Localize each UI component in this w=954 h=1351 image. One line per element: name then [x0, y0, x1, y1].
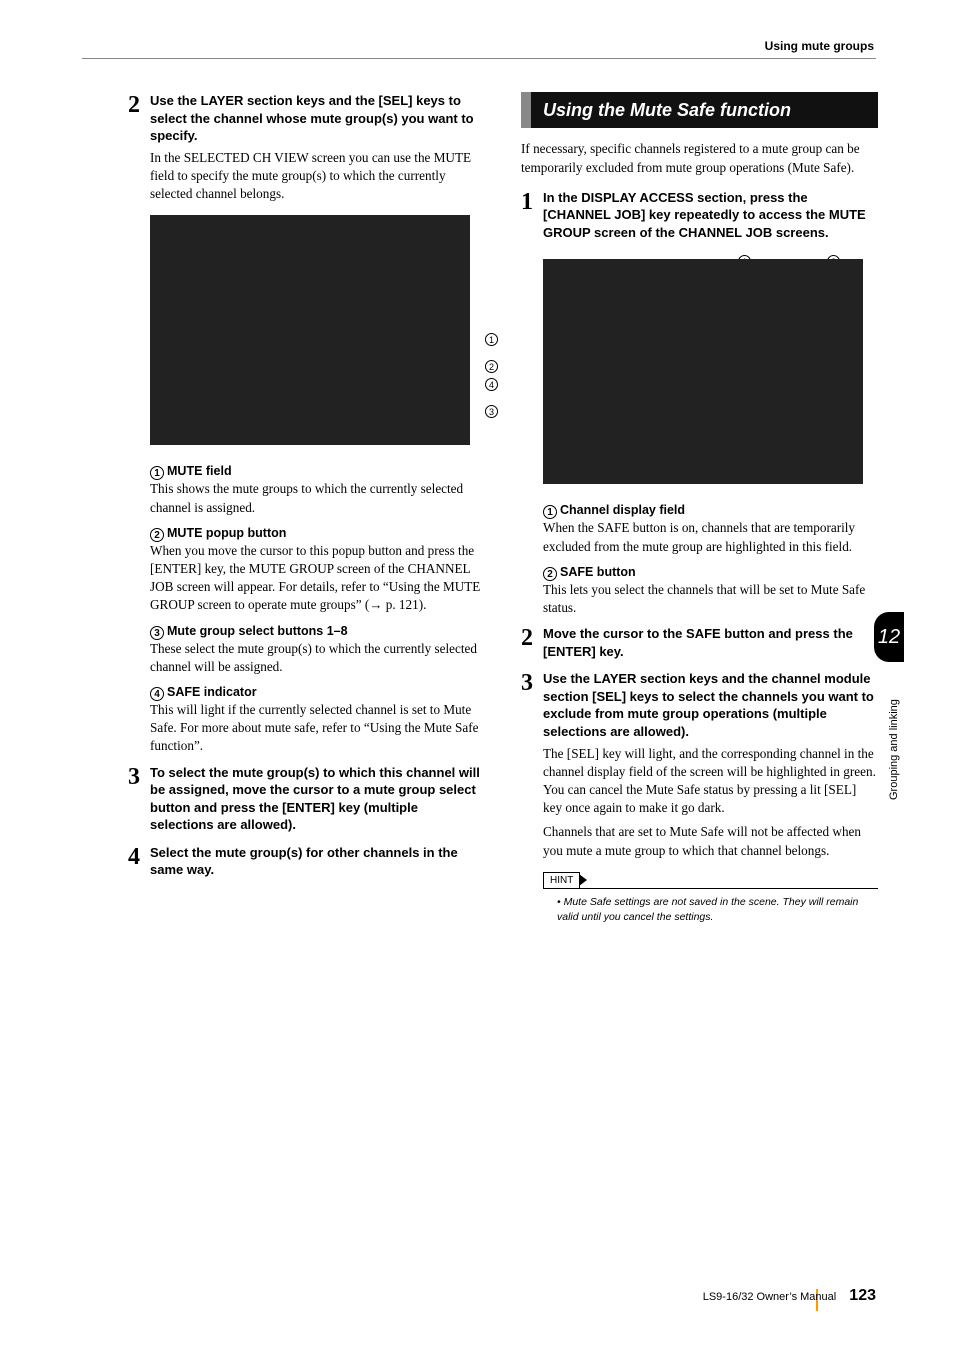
- item-body: This shows the mute groups to which the …: [150, 480, 485, 516]
- item-mute-group-buttons: 3Mute group select buttons 1–8 These sel…: [150, 623, 485, 676]
- item-title: MUTE field: [167, 464, 232, 478]
- hint-box: HINT • Mute Safe settings are not saved …: [543, 870, 878, 924]
- item-body: This lets you select the channels that w…: [543, 581, 878, 617]
- circled-1: 1: [150, 466, 164, 480]
- item-channel-display: 1Channel display field When the SAFE but…: [543, 502, 878, 555]
- step-body-1: The [SEL] key will light, and the corres…: [543, 745, 878, 818]
- callout-2: 2: [485, 360, 501, 374]
- step-number: 3: [521, 671, 543, 695]
- item-title: MUTE popup button: [167, 526, 286, 540]
- step-body-2: Channels that are set to Mute Safe will …: [543, 823, 878, 859]
- step-2: 2 Use the LAYER section keys and the [SE…: [128, 92, 485, 145]
- footer: LS9-16/32 Owner’s Manual 123: [703, 1285, 876, 1307]
- intro-paragraph: If necessary, specific channels register…: [521, 140, 878, 176]
- mute-group-screenshot: [543, 259, 863, 484]
- chapter-label: Grouping and linking: [887, 670, 902, 800]
- item-title: SAFE button: [560, 565, 636, 579]
- section-heading: Using the Mute Safe function: [521, 92, 878, 128]
- two-column-layout: 2 Use the LAYER section keys and the [SE…: [128, 92, 878, 924]
- callout-3: 3: [485, 405, 501, 419]
- step-3r: 3 Use the LAYER section keys and the cha…: [521, 670, 878, 740]
- step-body: In the SELECTED CH VIEW screen you can u…: [150, 149, 485, 204]
- item-body: When the SAFE button is on, channels tha…: [543, 519, 878, 555]
- item-title: Mute group select buttons 1–8: [167, 624, 348, 638]
- step-number: 3: [128, 765, 150, 789]
- step-2r: 2 Move the cursor to the SAFE button and…: [521, 625, 878, 660]
- hint-arrow-icon: [579, 874, 587, 886]
- circled-2: 2: [543, 567, 557, 581]
- left-column: 2 Use the LAYER section keys and the [SE…: [128, 92, 485, 924]
- item-body: This will light if the currently selecte…: [150, 701, 485, 756]
- circled-1: 1: [543, 505, 557, 519]
- callout-4: 4: [485, 378, 501, 392]
- header-rule: [82, 58, 876, 59]
- callout-1: 1: [485, 333, 501, 347]
- circled-2: 2: [150, 528, 164, 542]
- selected-ch-view-screenshot: [150, 215, 470, 445]
- step-heading: Use the LAYER section keys and the chann…: [543, 670, 878, 740]
- right-column: Using the Mute Safe function If necessar…: [521, 92, 878, 924]
- item-mute-popup: 2MUTE popup button When you move the cur…: [150, 525, 485, 615]
- item-title: SAFE indicator: [167, 685, 257, 699]
- item-body: When you move the cursor to this popup b…: [150, 542, 485, 615]
- item-title: Channel display field: [560, 503, 685, 517]
- step-heading: Select the mute group(s) for other chann…: [150, 844, 485, 879]
- step-4: 4 Select the mute group(s) for other cha…: [128, 844, 485, 879]
- page-number: 123: [849, 1287, 876, 1304]
- step-number: 1: [521, 190, 543, 214]
- header-section-label: Using mute groups: [765, 38, 874, 54]
- step-heading: Use the LAYER section keys and the [SEL]…: [150, 92, 485, 145]
- step-3: 3 To select the mute group(s) to which t…: [128, 764, 485, 834]
- step-number: 2: [128, 93, 150, 117]
- item-body: These select the mute group(s) to which …: [150, 640, 485, 676]
- manual-title: LS9-16/32 Owner’s Manual: [703, 1291, 837, 1303]
- step-number: 4: [128, 845, 150, 869]
- hint-label: HINT: [543, 872, 580, 889]
- chapter-tab: 12: [874, 612, 904, 662]
- step-number: 2: [521, 626, 543, 650]
- step-heading: To select the mute group(s) to which thi…: [150, 764, 485, 834]
- step-heading: In the DISPLAY ACCESS section, press the…: [543, 189, 878, 242]
- circled-3: 3: [150, 626, 164, 640]
- circled-4: 4: [150, 687, 164, 701]
- item-safe-indicator: 4SAFE indicator This will light if the c…: [150, 684, 485, 756]
- step-1: 1 In the DISPLAY ACCESS section, press t…: [521, 189, 878, 242]
- step-heading: Move the cursor to the SAFE button and p…: [543, 625, 878, 660]
- item-safe-button: 2SAFE button This lets you select the ch…: [543, 564, 878, 617]
- hint-text: • Mute Safe settings are not saved in th…: [543, 888, 878, 923]
- item-mute-field: 1MUTE field This shows the mute groups t…: [150, 463, 485, 516]
